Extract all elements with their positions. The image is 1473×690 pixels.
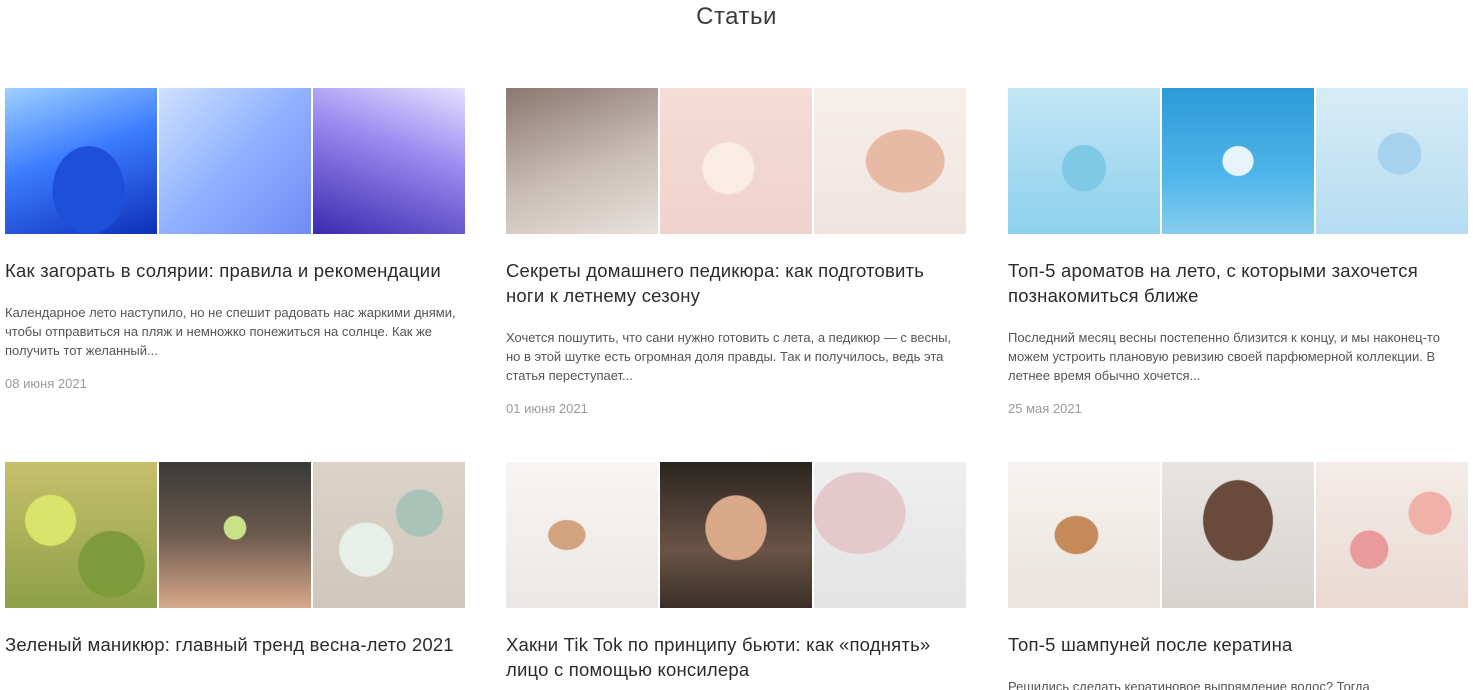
article-image[interactable] xyxy=(1008,462,1160,608)
article-title[interactable]: Зеленый маникюр: главный тренд весна-лет… xyxy=(5,632,465,657)
article-image[interactable] xyxy=(5,88,157,234)
article-image[interactable] xyxy=(814,88,966,234)
article-excerpt: Хочется пошутить, что сани нужно готовит… xyxy=(506,330,952,383)
article-image-strip[interactable] xyxy=(5,462,465,608)
article-date: 25 мая 2021 xyxy=(1008,401,1082,416)
article-card[interactable]: Зеленый маникюр: главный тренд весна-лет… xyxy=(5,462,465,657)
article-image[interactable] xyxy=(506,88,658,234)
article-title[interactable]: Топ-5 шампуней после кератина xyxy=(1008,632,1468,657)
article-image[interactable] xyxy=(814,462,966,608)
article-title[interactable]: Хакни Tik Tok по принципу бьюти: как «по… xyxy=(506,632,966,682)
article-card[interactable]: Топ-5 ароматов на лето, с которыми захоч… xyxy=(1008,88,1468,416)
article-image[interactable] xyxy=(1316,88,1468,234)
article-image[interactable] xyxy=(506,462,658,608)
article-date: 01 июня 2021 xyxy=(506,401,588,416)
article-image-strip[interactable] xyxy=(506,88,966,234)
article-image-strip[interactable] xyxy=(506,462,966,608)
article-image[interactable] xyxy=(5,462,157,608)
article-excerpt: Решились сделать кератиновое выпрямление… xyxy=(1008,679,1370,690)
article-image[interactable] xyxy=(1008,88,1160,234)
article-title[interactable]: Как загорать в солярии: правила и рекоме… xyxy=(5,258,465,283)
article-image[interactable] xyxy=(159,88,311,234)
article-image[interactable] xyxy=(159,462,311,608)
article-excerpt: Последний месяц весны постепенно близитс… xyxy=(1008,330,1440,383)
article-title[interactable]: Топ-5 ароматов на лето, с которыми захоч… xyxy=(1008,258,1468,308)
article-card[interactable]: Хакни Tik Tok по принципу бьюти: как «по… xyxy=(506,462,966,682)
article-image-strip[interactable] xyxy=(5,88,465,234)
article-card[interactable]: Как загорать в солярии: правила и рекоме… xyxy=(5,88,465,391)
page-title: Статьи xyxy=(696,3,777,30)
article-excerpt: Календарное лето наступило, но не спешит… xyxy=(5,305,456,358)
article-card[interactable]: Секреты домашнего педикюра: как подготов… xyxy=(506,88,966,416)
article-image[interactable] xyxy=(660,462,812,608)
article-image[interactable] xyxy=(1162,88,1314,234)
article-image[interactable] xyxy=(1316,462,1468,608)
article-image[interactable] xyxy=(660,88,812,234)
article-title[interactable]: Секреты домашнего педикюра: как подготов… xyxy=(506,258,966,308)
article-image-strip[interactable] xyxy=(1008,88,1468,234)
article-image-strip[interactable] xyxy=(1008,462,1468,608)
article-image[interactable] xyxy=(313,462,465,608)
article-date: 08 июня 2021 xyxy=(5,376,87,391)
article-card[interactable]: Топ-5 шампуней после кератина Решились с… xyxy=(1008,462,1468,690)
article-image[interactable] xyxy=(1162,462,1314,608)
article-image[interactable] xyxy=(313,88,465,234)
